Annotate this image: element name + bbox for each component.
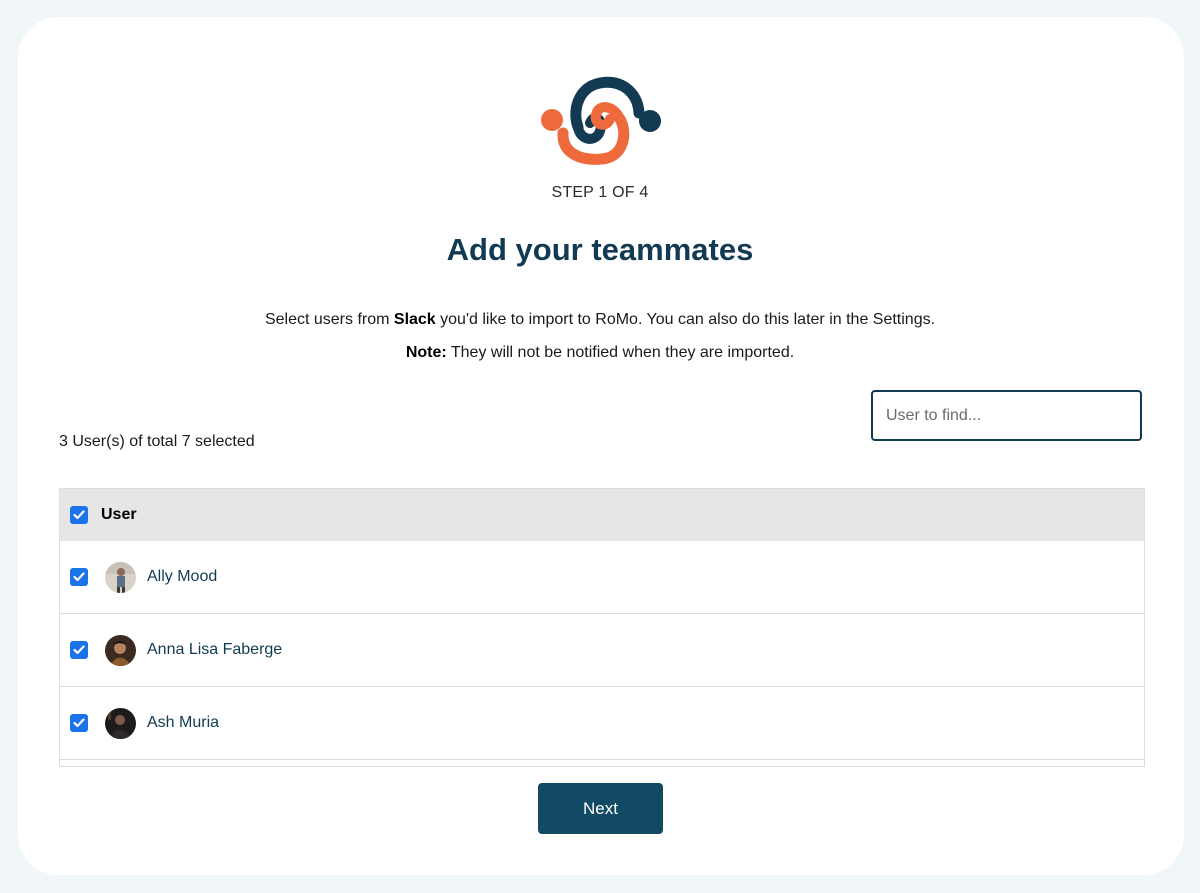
description-note: Note: They will not be notified when the… <box>0 344 1200 362</box>
step-indicator: STEP 1 OF 4 <box>551 184 649 201</box>
description-line-1: Select users from Slack you'd like to im… <box>0 311 1200 329</box>
romo-logo <box>541 76 661 165</box>
users-table: User Ally Mood Anna Lisa Faberge Ash Mur… <box>59 488 1145 767</box>
note-text: They will not be notified when they are … <box>446 344 795 361</box>
avatar <box>105 561 136 593</box>
note-label: Note: <box>405 344 447 361</box>
table-row[interactable]: Ash Muria <box>60 687 1144 760</box>
row-checkbox[interactable] <box>70 568 88 586</box>
table-row[interactable]: Anna Lisa Faberge <box>60 614 1144 687</box>
row-checkbox[interactable] <box>70 714 88 732</box>
user-name: Ally Mood <box>147 568 218 585</box>
checkmark-icon <box>73 645 85 655</box>
checkmark-icon <box>73 510 85 520</box>
user-column-header: User <box>101 506 137 523</box>
user-name: Ash Muria <box>147 714 220 731</box>
checkmark-icon <box>73 572 85 582</box>
select-all-checkbox[interactable] <box>70 506 88 524</box>
selection-count: 3 User(s) of total 7 selected <box>59 433 255 450</box>
avatar <box>105 634 136 666</box>
next-button[interactable]: Next <box>538 783 663 834</box>
table-header: User <box>60 489 1144 541</box>
user-name: Anna Lisa Faberge <box>147 641 283 658</box>
row-checkbox[interactable] <box>70 641 88 659</box>
user-search-input[interactable] <box>871 390 1142 441</box>
page-title: Add your teammates <box>446 232 754 267</box>
source-app-name: Slack <box>393 311 436 328</box>
avatar <box>105 707 136 739</box>
description-text: you'd like to import to RoMo. You can al… <box>435 311 936 328</box>
description-text: Select users from <box>264 311 394 328</box>
checkmark-icon <box>73 718 85 728</box>
table-row[interactable]: Ally Mood <box>60 541 1144 614</box>
